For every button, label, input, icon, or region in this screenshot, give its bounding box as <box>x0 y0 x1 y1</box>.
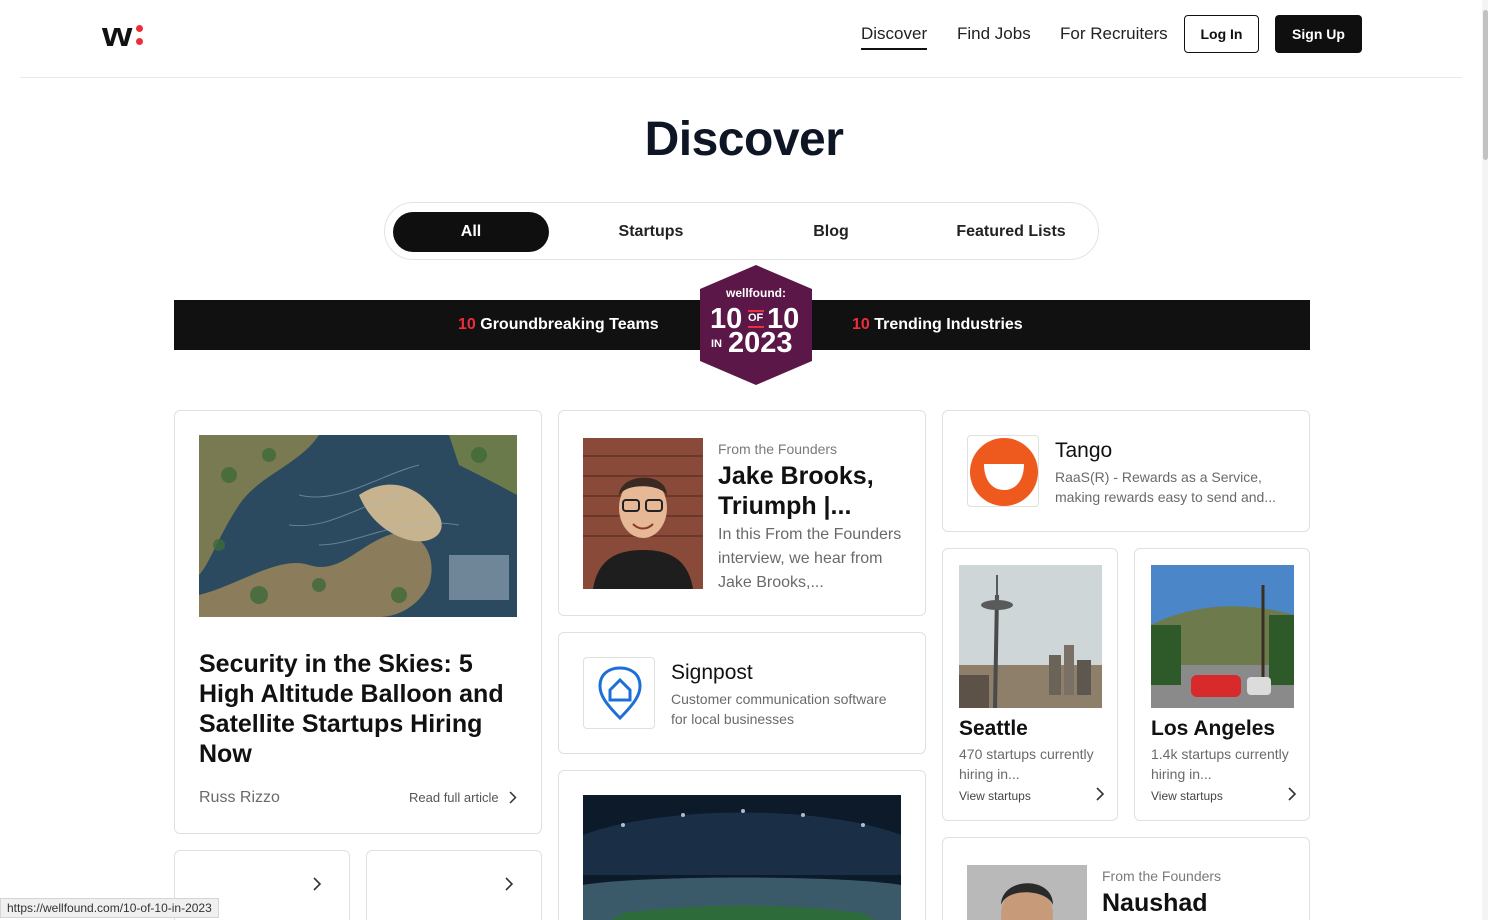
login-button[interactable]: Log In <box>1184 15 1259 53</box>
tango-logo <box>967 435 1039 507</box>
read-full-article-label: Read full article <box>409 790 499 805</box>
tab-startups[interactable]: Startups <box>573 212 729 252</box>
founder-eyebrow: From the Founders <box>1102 868 1222 884</box>
founder-card[interactable]: From the Founders Jake Brooks, Triumph |… <box>558 410 926 616</box>
badge-brand: wellfound: <box>726 286 786 300</box>
founder-name[interactable]: Jake Brooks, Triumph |... <box>718 461 908 521</box>
banner-trending-industries[interactable]: 10 Trending Industries <box>852 316 1023 334</box>
founder-card-naushad[interactable]: From the Founders Naushad <box>942 837 1310 920</box>
tab-all[interactable]: All <box>393 212 549 252</box>
chevron-right-icon <box>505 877 514 891</box>
logo-dots <box>136 25 144 45</box>
read-full-article-link[interactable]: Read full article <box>409 790 517 805</box>
badge-of: OF <box>748 312 764 324</box>
founder-eyebrow: From the Founders <box>718 441 838 457</box>
chevron-right-icon[interactable] <box>1096 787 1105 801</box>
seattle-image <box>959 565 1102 708</box>
company-name[interactable]: Tango <box>1055 439 1295 463</box>
city-name[interactable]: Seattle <box>959 717 1028 741</box>
page-title: Discover <box>644 113 844 166</box>
nav-discover[interactable]: Discover <box>861 24 928 50</box>
ten-of-ten-badge[interactable]: wellfound: 10 OF 10 IN 2023 <box>700 265 812 385</box>
wellfound-logo[interactable]: w <box>102 16 144 54</box>
article-author: Russ Rizzo <box>199 789 280 806</box>
company-card-signpost[interactable]: Signpost Customer communication software… <box>558 632 926 754</box>
founder-photo <box>967 865 1087 920</box>
badge-in: IN <box>711 338 722 350</box>
company-desc: Customer communication software for loca… <box>671 691 887 727</box>
chevron-right-icon <box>313 877 322 891</box>
company-card-tango[interactable]: Tango RaaS(R) - Rewards as a Service, ma… <box>942 410 1310 532</box>
tab-blog[interactable]: Blog <box>753 212 909 252</box>
tab-featured-lists[interactable]: Featured Lists <box>933 212 1089 252</box>
founder-name[interactable]: Naushad <box>1102 888 1292 918</box>
founder-desc: In this From the Founders interview, we … <box>718 526 902 591</box>
banner-groundbreaking-teams[interactable]: 10 Groundbreaking Teams <box>458 316 659 334</box>
article-image <box>199 435 517 617</box>
city-startup-count: 1.4k startups currently hiring in... <box>1151 746 1289 782</box>
list-card-stadium[interactable] <box>558 770 926 920</box>
chevron-right-icon[interactable] <box>1288 787 1297 801</box>
view-startups-link[interactable]: View startups <box>959 789 1031 803</box>
chevron-right-icon <box>509 791 517 804</box>
city-startup-count: 470 startups currently hiring in... <box>959 746 1094 782</box>
small-card[interactable] <box>366 850 542 920</box>
article-title[interactable]: Security in the Skies: 5 High Altitude B… <box>199 649 509 769</box>
founder-photo <box>583 438 703 589</box>
city-card-los-angeles[interactable]: Los Angeles 1.4k startups currently hiri… <box>1134 548 1310 821</box>
stadium-image <box>583 795 901 920</box>
city-name[interactable]: Los Angeles <box>1151 717 1275 741</box>
nav-find-jobs[interactable]: Find Jobs <box>957 24 1031 44</box>
article-card[interactable]: Security in the Skies: 5 High Altitude B… <box>174 410 542 834</box>
filter-tabs: All Startups Blog Featured Lists <box>384 202 1099 260</box>
view-startups-link[interactable]: View startups <box>1151 789 1223 803</box>
company-desc: RaaS(R) - Rewards as a Service, making r… <box>1055 469 1277 505</box>
city-card-seattle[interactable]: Seattle 470 startups currently hiring in… <box>942 548 1118 821</box>
company-name[interactable]: Signpost <box>671 661 901 685</box>
badge-year: 2023 <box>728 327 793 359</box>
signup-button[interactable]: Sign Up <box>1275 15 1362 53</box>
logo-wordmark: w <box>102 16 132 54</box>
nav-for-recruiters[interactable]: For Recruiters <box>1060 24 1168 44</box>
signpost-logo <box>583 657 655 729</box>
status-bar-url: https://wellfound.com/10-of-10-in-2023 <box>0 898 219 918</box>
los-angeles-image <box>1151 565 1294 708</box>
